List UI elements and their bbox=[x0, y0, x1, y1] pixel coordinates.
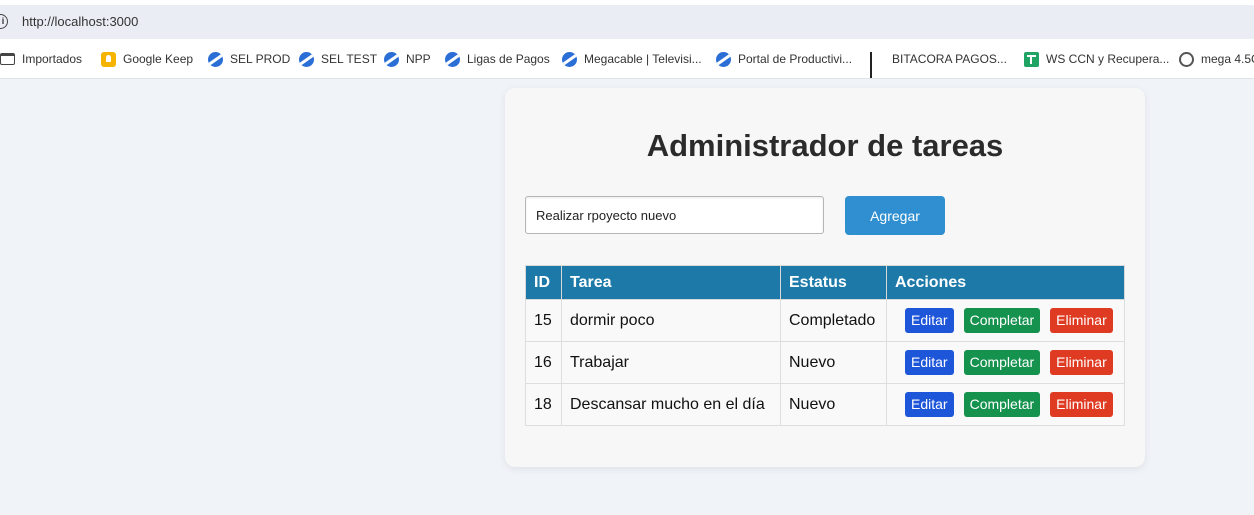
bookmark-mega[interactable]: mega 4.5G bbox=[1179, 50, 1254, 68]
delete-button[interactable]: Eliminar bbox=[1050, 350, 1113, 375]
bookmark-megacable[interactable]: Megacable | Televisi... bbox=[562, 50, 702, 68]
task-name: Descansar mucho en el día bbox=[561, 383, 781, 426]
bookmark-sel-test[interactable]: SEL TEST bbox=[299, 50, 377, 68]
task-name: Trabajar bbox=[561, 341, 781, 384]
complete-button[interactable]: Completar bbox=[963, 308, 1041, 333]
site-icon bbox=[562, 51, 577, 67]
url-text[interactable]: http://localhost:3000 bbox=[22, 14, 138, 29]
table-header-row: ID Tarea Estatus Acciones bbox=[525, 265, 1125, 300]
table-row: 15 dormir poco Completado Editar Completa… bbox=[525, 299, 1125, 342]
site-icon bbox=[445, 51, 460, 67]
complete-button[interactable]: Completar bbox=[963, 350, 1041, 375]
bookmark-label: Ligas de Pagos bbox=[467, 52, 550, 66]
site-icon bbox=[299, 51, 314, 67]
task-status: Nuevo bbox=[780, 383, 887, 426]
page-title: Administrador de tareas bbox=[646, 128, 1004, 163]
column-header-id: ID bbox=[525, 265, 562, 300]
bookmark-sel-prod[interactable]: SEL PROD bbox=[208, 50, 290, 68]
bookmark-label: BITACORA PAGOS... bbox=[892, 52, 1007, 66]
bookmark-google-keep[interactable]: Google Keep bbox=[101, 50, 193, 68]
complete-button[interactable]: Completar bbox=[963, 392, 1041, 417]
bookmark-label: Portal de Productivi... bbox=[738, 52, 853, 66]
bookmark-bitacora-pagos[interactable]: BITACORA PAGOS... bbox=[870, 50, 1007, 78]
bookmark-label: SEL TEST bbox=[321, 52, 378, 66]
task-actions: Editar Completar Eliminar bbox=[886, 341, 1125, 384]
keep-icon bbox=[101, 51, 116, 67]
task-actions: Editar Completar Eliminar bbox=[886, 383, 1125, 426]
bars-icon bbox=[870, 51, 885, 78]
bookmark-ligas-de-pagos[interactable]: Ligas de Pagos bbox=[445, 50, 550, 68]
column-header-acciones: Acciones bbox=[886, 265, 1125, 300]
edit-button[interactable]: Editar bbox=[905, 350, 954, 375]
bookmark-label: Importados bbox=[22, 52, 83, 66]
bookmark-ws-ccn[interactable]: WS CCN y Recupera... bbox=[1024, 50, 1169, 68]
column-header-tarea: Tarea bbox=[561, 265, 781, 300]
delete-button[interactable]: Eliminar bbox=[1050, 392, 1113, 417]
task-id: 18 bbox=[525, 383, 562, 426]
bookmark-importados[interactable]: Importados bbox=[0, 50, 82, 68]
bookmark-label: Google Keep bbox=[123, 52, 194, 66]
task-id: 16 bbox=[525, 341, 562, 384]
bookmark-label: NPP bbox=[406, 52, 431, 66]
task-id: 15 bbox=[525, 299, 562, 342]
site-icon bbox=[384, 51, 399, 67]
bookmark-label: Megacable | Televisi... bbox=[584, 52, 702, 66]
delete-button[interactable]: Eliminar bbox=[1050, 308, 1113, 333]
bookmark-label: WS CCN y Recupera... bbox=[1046, 52, 1170, 66]
task-name: dormir poco bbox=[561, 299, 781, 342]
add-button[interactable]: Agregar bbox=[845, 196, 945, 235]
bookmark-label: mega 4.5G bbox=[1201, 52, 1254, 66]
bookmarks-bar: Importados Google Keep SEL PROD SEL TEST… bbox=[0, 39, 1254, 79]
task-input[interactable] bbox=[525, 196, 824, 234]
sheets-icon bbox=[1024, 51, 1039, 67]
site-icon bbox=[208, 51, 223, 67]
task-status: Completado bbox=[780, 299, 887, 342]
task-actions: Editar Completar Eliminar bbox=[886, 299, 1125, 342]
table-row: 18 Descansar mucho en el día Nuevo Edita… bbox=[525, 383, 1125, 426]
bookmark-label: SEL PROD bbox=[230, 52, 291, 66]
bookmark-npp[interactable]: NPP bbox=[384, 50, 431, 68]
site-icon bbox=[716, 51, 731, 67]
bookmark-portal-productividad[interactable]: Portal de Productivi... bbox=[716, 50, 852, 68]
task-manager-card: Administrador de tareas Agregar ID Tarea… bbox=[505, 88, 1145, 467]
table-row: 16 Trabajar Nuevo Editar Completar Elimina… bbox=[525, 341, 1125, 384]
folder-icon bbox=[0, 53, 15, 65]
edit-button[interactable]: Editar bbox=[905, 392, 954, 417]
site-info-icon[interactable]: i bbox=[0, 14, 8, 29]
column-header-estatus: Estatus bbox=[780, 265, 887, 300]
edit-button[interactable]: Editar bbox=[905, 308, 954, 333]
globe-icon bbox=[1179, 51, 1194, 67]
address-bar[interactable]: i http://localhost:3000 bbox=[0, 5, 1254, 39]
task-status: Nuevo bbox=[780, 341, 887, 384]
tasks-table: ID Tarea Estatus Acciones 15 dormir poco… bbox=[525, 265, 1125, 426]
